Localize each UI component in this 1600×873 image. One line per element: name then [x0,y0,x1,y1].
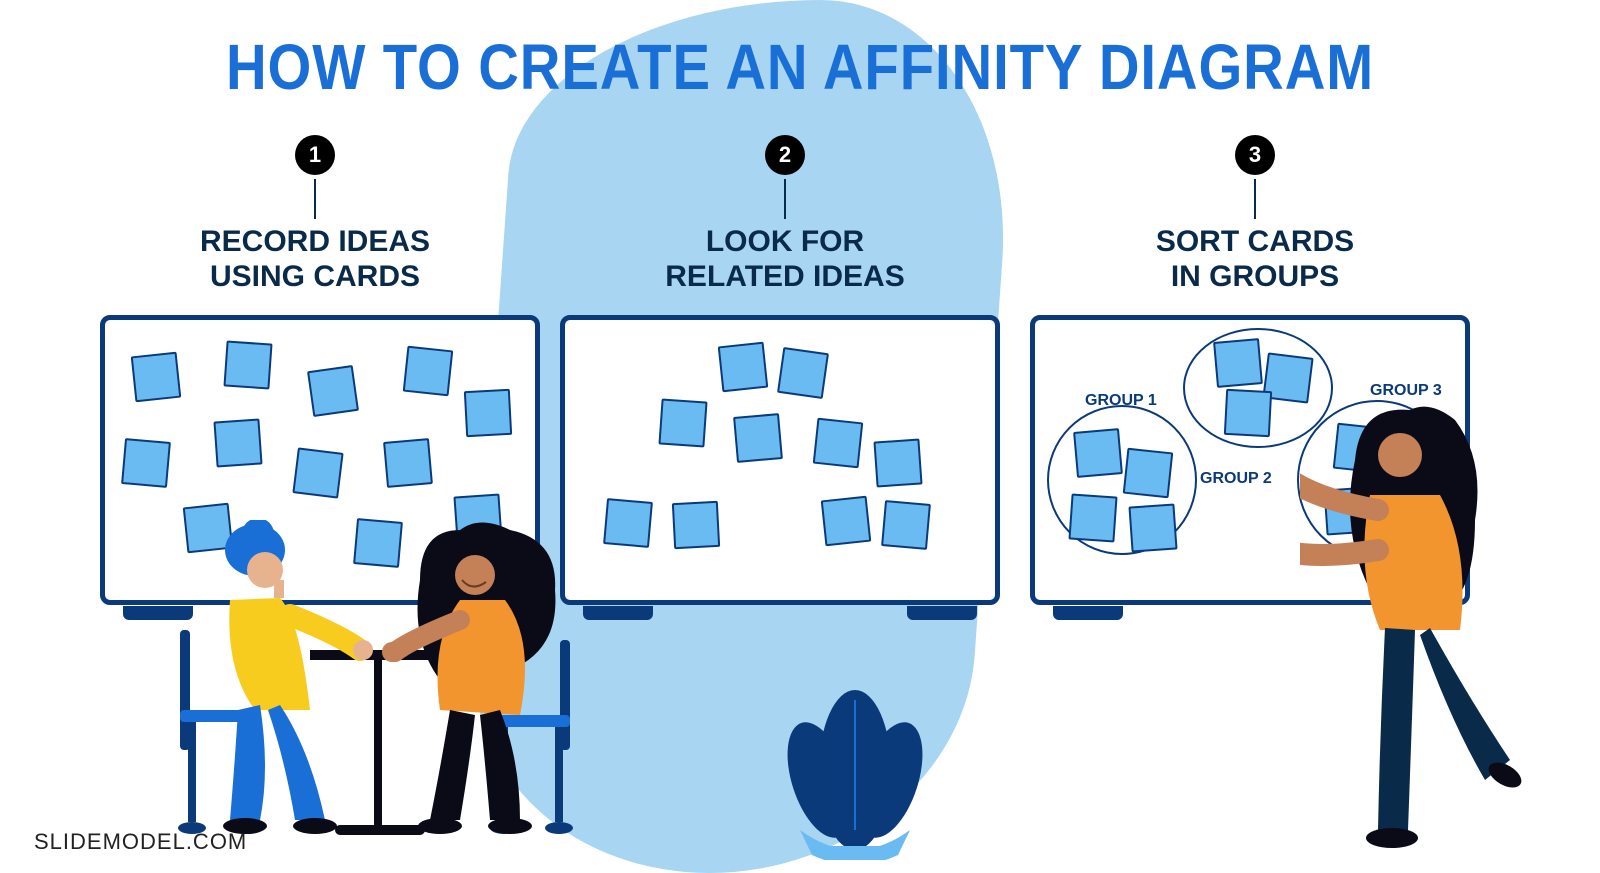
sticky-card [121,438,171,488]
step-2-header: 2 LOOK FOR RELATED IDEAS [550,135,1020,294]
step-badge-1: 1 [295,135,335,175]
sticky-card [464,389,512,437]
step-badge-3: 3 [1235,135,1275,175]
step-2-line1: LOOK FOR [706,225,864,258]
step-1-title: RECORD IDEAS USING CARDS [80,225,550,294]
step-1-header: 1 RECORD IDEAS USING CARDS [80,135,550,294]
step-3-title: SORT CARDS IN GROUPS [1020,225,1490,294]
sticky-card [1128,503,1177,552]
sticky-card [718,342,769,393]
sticky-card [307,365,359,417]
people-at-table-illustration [160,520,600,865]
step-3-line1: SORT CARDS [1156,225,1354,258]
plant-illustration [770,660,940,865]
dotted-connector [314,179,316,219]
sticky-card [1123,448,1174,499]
sticky-card [213,418,262,467]
sticky-card [733,413,783,463]
step-1-line1: RECORD IDEAS [200,225,430,258]
sticky-card [672,501,720,549]
sticky-card [881,500,931,550]
sticky-card [777,347,829,399]
sticky-card [223,340,272,389]
group-3-label: GROUP 3 [1370,382,1442,400]
sticky-card [383,438,433,488]
main-title: HOW TO CREATE AN AFFINITY DIAGRAM [96,30,1504,104]
dotted-connector [1254,179,1256,219]
sticky-card [131,352,182,403]
group-2-label: GROUP 2 [1200,470,1272,488]
step-3-header: 3 SORT CARDS IN GROUPS [1020,135,1490,294]
sticky-card [1068,493,1117,542]
sticky-card [873,438,922,487]
footer-credit: SLIDEMODEL.COM [34,829,247,855]
woman-placing-card-illustration [1300,400,1540,865]
sticky-card [1073,428,1123,478]
board-2 [560,315,1000,605]
sticky-card [1213,338,1263,388]
sticky-card [1224,389,1272,437]
step-2-line2: RELATED IDEAS [665,260,904,293]
sticky-card [603,498,653,548]
step-1-line2: USING CARDS [210,260,420,293]
group-1-label: GROUP 1 [1085,392,1157,410]
dotted-connector [784,179,786,219]
sticky-card [813,418,864,469]
step-2-title: LOOK FOR RELATED IDEAS [550,225,1020,294]
step-badge-2: 2 [765,135,805,175]
step-3-line2: IN GROUPS [1171,260,1339,293]
sticky-card [292,447,343,498]
sticky-card [658,398,707,447]
sticky-card [821,496,872,547]
sticky-card [403,346,454,397]
